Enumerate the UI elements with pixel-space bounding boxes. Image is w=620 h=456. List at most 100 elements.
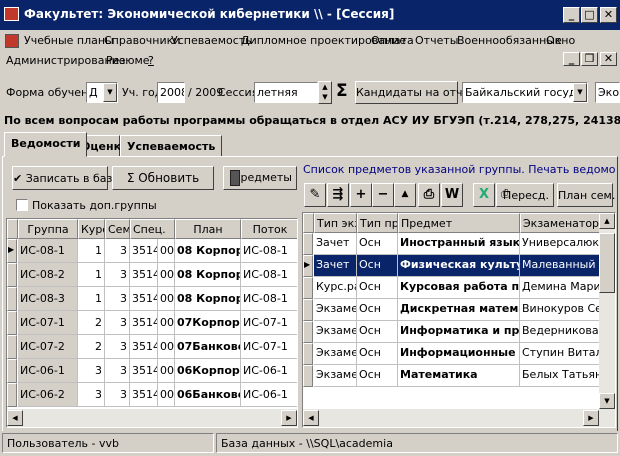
table-cell[interactable]: Осн: [357, 365, 398, 387]
table-cell[interactable]: ИС-07-1: [241, 335, 297, 359]
table-cell[interactable]: ИС-06-1: [18, 359, 78, 383]
tab-progress[interactable]: Успеваемость: [120, 135, 223, 157]
table-cell[interactable]: Осн: [357, 321, 398, 343]
table-cell[interactable]: Информатика и програм: [398, 321, 520, 343]
child-restore-button[interactable]: ❐: [581, 52, 598, 66]
row-indicator[interactable]: [303, 277, 313, 299]
table-cell[interactable]: Осн: [357, 277, 398, 299]
table-cell[interactable]: 2: [78, 335, 105, 359]
col-examiner[interactable]: Экзаменатор: [520, 213, 600, 233]
col-plan[interactable]: План: [175, 219, 241, 239]
groups-table[interactable]: Группа Курс Сем. Спец. План Поток ▶ИС-08…: [6, 218, 298, 428]
table-cell[interactable]: Экзамен: [314, 321, 357, 343]
row-indicator[interactable]: [7, 287, 17, 311]
table-cell[interactable]: 08 Корпора: [175, 287, 241, 311]
table-cell[interactable]: 06Корпорат: [175, 359, 241, 383]
table-cell[interactable]: 00: [158, 239, 175, 263]
refresh-button[interactable]: Σ Обновить: [112, 166, 214, 190]
table-cell[interactable]: ИС-08-1: [241, 287, 297, 311]
col-sem[interactable]: Сем.: [105, 219, 130, 239]
table-cell[interactable]: ИС-08-1: [18, 239, 78, 263]
table-cell[interactable]: 00: [158, 287, 175, 311]
menu-study-plans[interactable]: Учебные планы: [24, 34, 114, 47]
semester-plan-button[interactable]: План сем.: [557, 183, 615, 207]
table-cell[interactable]: Осн: [357, 233, 398, 255]
table-cell[interactable]: ИС-08-1: [241, 239, 297, 263]
table-cell[interactable]: 08 Корпора: [175, 239, 241, 263]
table-cell[interactable]: Дискретная математик: [398, 299, 520, 321]
col-group[interactable]: Группа: [18, 219, 78, 239]
table-cell[interactable]: 06Банковск: [175, 383, 241, 407]
scroll-thumb[interactable]: [599, 233, 615, 293]
table-cell[interactable]: ИС-06-2: [18, 383, 78, 407]
table-cell[interactable]: ИС-08-1: [241, 263, 297, 287]
table-cell[interactable]: Универсалюк Еле: [520, 233, 600, 255]
table-cell[interactable]: 3: [78, 359, 105, 383]
remove-icon[interactable]: −: [372, 183, 394, 207]
row-indicator[interactable]: ▶: [7, 239, 17, 263]
groups-hscrollbar[interactable]: ◀ ▶: [7, 409, 297, 427]
menu-resume[interactable]: Резюме: [106, 54, 150, 67]
table-cell[interactable]: 3: [105, 287, 130, 311]
table-cell[interactable]: Осн: [357, 255, 398, 277]
col-subject[interactable]: Предмет: [398, 213, 520, 233]
table-cell[interactable]: ИС-06-1: [241, 383, 297, 407]
scroll-left-icon[interactable]: ◀: [303, 410, 319, 426]
col-exam-type[interactable]: Тип экз.: [314, 213, 357, 233]
table-cell[interactable]: 3: [105, 383, 130, 407]
session-input[interactable]: летняя: [254, 82, 318, 103]
scroll-right-icon[interactable]: ▶: [583, 410, 599, 426]
table-cell[interactable]: Зачет: [314, 233, 357, 255]
table-cell[interactable]: ИС-06-1: [241, 359, 297, 383]
faculty-select[interactable]: Эко: [595, 82, 620, 103]
session-spinner[interactable]: ▲ ▼: [318, 81, 332, 104]
table-cell[interactable]: Математика: [398, 365, 520, 387]
menu-payment[interactable]: Оплата: [371, 34, 414, 47]
table-cell[interactable]: 08 Корпора: [175, 263, 241, 287]
save-to-db-button[interactable]: ✔ Записать в базу: [12, 166, 119, 190]
menu-reports[interactable]: Отчеты: [415, 34, 458, 47]
retake-button[interactable]: ⎙ Пересд.: [496, 183, 554, 207]
table-cell[interactable]: 3514: [130, 287, 158, 311]
col-spec[interactable]: Спец.: [130, 219, 175, 239]
row-indicator[interactable]: [7, 383, 17, 407]
table-cell[interactable]: 3: [105, 311, 130, 335]
col-stream[interactable]: Поток: [241, 219, 297, 239]
child-close-button[interactable]: ✕: [600, 52, 617, 66]
table-cell[interactable]: 00: [158, 311, 175, 335]
table-cell[interactable]: ИС-07-1: [241, 311, 297, 335]
excel-doc-icon[interactable]: X: [473, 183, 495, 207]
table-cell[interactable]: 00: [158, 335, 175, 359]
table-cell[interactable]: Экзамен: [314, 299, 357, 321]
table-cell[interactable]: Зачет: [314, 255, 357, 277]
table-cell[interactable]: Курс.раб: [314, 277, 357, 299]
chevron-down-icon[interactable]: ▼: [573, 83, 587, 102]
child-minimize-button[interactable]: _: [563, 52, 580, 66]
menu-window[interactable]: Окно: [546, 34, 575, 47]
subjects-hscrollbar[interactable]: ◀ ▶: [303, 409, 615, 427]
menu-references[interactable]: Справочники: [104, 34, 180, 47]
col-subject-type[interactable]: Тип пред: [357, 213, 398, 233]
table-cell[interactable]: Винокуров Серге: [520, 299, 600, 321]
table-cell[interactable]: 00: [158, 359, 175, 383]
table-cell[interactable]: Иностранный язык: [398, 233, 520, 255]
scroll-left-icon[interactable]: ◀: [7, 410, 23, 426]
table-cell[interactable]: 3: [105, 239, 130, 263]
candidates-button[interactable]: Кандидаты на отчисл.: [355, 81, 486, 104]
table-cell[interactable]: 3514: [130, 311, 158, 335]
table-cell[interactable]: ИС-08-3: [18, 287, 78, 311]
row-indicator[interactable]: [303, 343, 313, 365]
table-cell[interactable]: 3514: [130, 335, 158, 359]
add-icon[interactable]: +: [350, 183, 372, 207]
row-indicator[interactable]: [7, 359, 17, 383]
table-cell[interactable]: Осн: [357, 299, 398, 321]
table-cell[interactable]: 3: [78, 383, 105, 407]
scroll-up-icon[interactable]: ▲: [599, 213, 615, 229]
subjects-button[interactable]: Предметы: [223, 166, 297, 190]
close-button[interactable]: ✕: [600, 7, 617, 23]
row-indicator[interactable]: [303, 321, 313, 343]
table-cell[interactable]: 07Корпорат: [175, 311, 241, 335]
table-cell[interactable]: 3: [105, 335, 130, 359]
table-cell[interactable]: ИС-07-2: [18, 335, 78, 359]
show-groups-checkbox[interactable]: [16, 199, 28, 211]
